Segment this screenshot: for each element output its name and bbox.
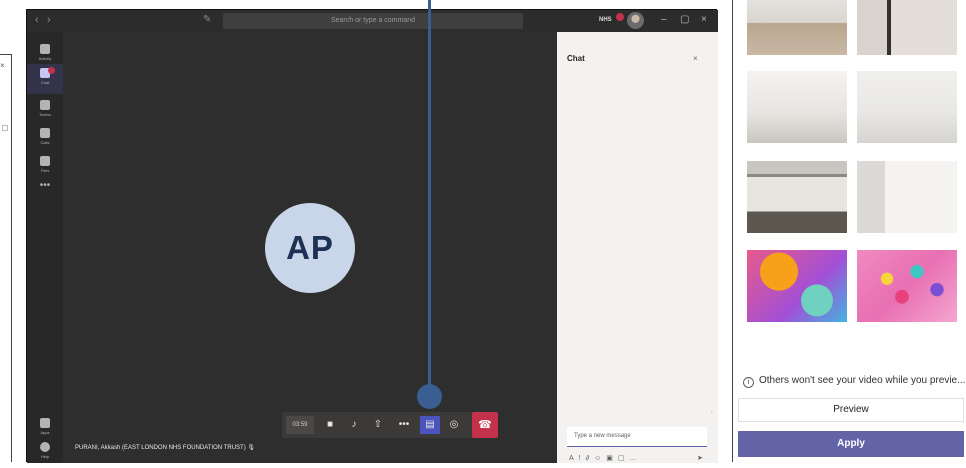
bell-icon	[40, 44, 50, 54]
back-arrow-icon[interactable]: ‹	[35, 14, 39, 26]
search-input[interactable]: Search or type a command	[223, 13, 523, 29]
rail-label: Activity	[38, 56, 52, 61]
notification-badge	[616, 13, 624, 21]
minimize-icon[interactable]: –	[661, 14, 667, 25]
preview-notice-text: Others won't see your video while you pr…	[759, 375, 966, 386]
rail-label: Chat	[40, 80, 50, 85]
title-bar: ‹ › ✎ Search or type a command NHS – ▢ ×	[27, 10, 718, 32]
background-thumbnail[interactable]	[747, 250, 847, 322]
info-icon: i	[743, 377, 754, 388]
important-icon[interactable]: !	[579, 455, 586, 462]
left-panel-edge: ×	[0, 54, 12, 462]
emoji-icon[interactable]: ☺	[594, 455, 606, 462]
maximize-icon[interactable]: ▢	[680, 14, 689, 25]
more-actions-icon[interactable]: •••	[394, 416, 414, 434]
chat-badge	[48, 67, 55, 74]
call-timer: 03:59	[286, 416, 314, 434]
rail-label: Files	[40, 168, 50, 173]
camera-icon[interactable]: ■	[320, 416, 340, 434]
rail-label: Teams	[39, 112, 51, 117]
rail-item-files[interactable]: Files	[27, 152, 63, 182]
teams-window: ‹ › ✎ Search or type a command NHS – ▢ ×…	[26, 9, 718, 463]
forward-arrow-icon[interactable]: ›	[47, 14, 51, 26]
more-options-icon[interactable]: …	[630, 455, 642, 462]
sticker-icon[interactable]: ▢	[618, 455, 630, 462]
rail-label: Calls	[40, 140, 50, 145]
scroll-indicator[interactable]: ›	[711, 410, 713, 416]
apply-button[interactable]: Apply	[738, 431, 964, 457]
avatar[interactable]	[627, 12, 644, 29]
close-icon[interactable]: ×	[0, 61, 5, 70]
call-controls: 03:59 ■ ♪ ⇧ ••• ▤ ◎ ☎	[282, 412, 498, 438]
participant-avatar: AP	[265, 203, 355, 293]
close-window-icon[interactable]: ×	[701, 14, 707, 25]
attach-icon[interactable]: ∂	[586, 455, 594, 462]
background-thumbnail[interactable]	[747, 71, 847, 143]
gif-icon[interactable]: ▣	[606, 455, 618, 462]
preview-notice: i Others won't see your video while you p…	[743, 375, 965, 388]
participant-name-text: PURANI, Akkash (EAST LONDON NHS FOUNDATI…	[75, 445, 246, 451]
hang-up-button[interactable]: ☎	[472, 412, 498, 438]
participant-name: PURANI, Akkash (EAST LONDON NHS FOUNDATI…	[75, 444, 255, 451]
rail-item-help[interactable]: Help	[27, 438, 63, 468]
chat-panel: Chat × › Type a new message A!∂☺▣▢… ➤	[557, 32, 718, 463]
teams-icon	[40, 100, 50, 110]
background-thumbnail[interactable]	[747, 161, 847, 233]
background-thumbnail[interactable]	[857, 250, 957, 322]
background-thumbnail[interactable]	[857, 71, 957, 143]
org-label[interactable]: NHS	[599, 17, 612, 23]
rail-label: Apps	[40, 430, 50, 435]
rail-label: Help	[40, 454, 50, 459]
chat-toolbar: A!∂☺▣▢…	[569, 454, 642, 462]
chat-title: Chat	[567, 54, 585, 63]
compose-icon[interactable]: ✎	[203, 14, 211, 25]
format-icon[interactable]: A	[569, 455, 579, 462]
send-icon[interactable]: ➤	[697, 454, 703, 462]
background-effects-panel: i Others won't see your video while you p…	[732, 0, 966, 462]
help-icon	[40, 442, 50, 452]
rail-item-chat[interactable]: Chat	[27, 64, 63, 94]
panel-marker	[2, 125, 8, 131]
background-thumbnail[interactable]	[857, 161, 957, 233]
annotation-line	[428, 0, 431, 388]
close-chat-icon[interactable]: ×	[693, 54, 698, 63]
message-input[interactable]: Type a new message	[567, 427, 707, 447]
mic-icon: 🎙	[247, 445, 255, 451]
preview-button[interactable]: Preview	[738, 398, 964, 422]
rail-item-calls[interactable]: Calls	[27, 124, 63, 154]
participants-icon[interactable]: ◎	[444, 416, 464, 434]
meeting-stage: AP PURANI, Akkash (EAST LONDON NHS FOUND…	[63, 32, 557, 463]
share-screen-icon[interactable]: ⇧	[368, 416, 388, 434]
more-apps-icon[interactable]: •••	[27, 180, 63, 191]
background-thumbnail[interactable]	[747, 0, 847, 55]
app-rail: Activity Chat Teams Calls Files ••• Apps…	[27, 32, 63, 463]
show-conversation-icon[interactable]: ▤	[420, 416, 440, 434]
rail-item-teams[interactable]: Teams	[27, 96, 63, 126]
file-icon	[40, 156, 50, 166]
microphone-icon[interactable]: ♪	[344, 416, 364, 434]
apps-icon	[40, 418, 50, 428]
phone-icon	[40, 128, 50, 138]
background-thumbnail[interactable]	[857, 0, 957, 55]
annotation-dot	[417, 384, 442, 409]
